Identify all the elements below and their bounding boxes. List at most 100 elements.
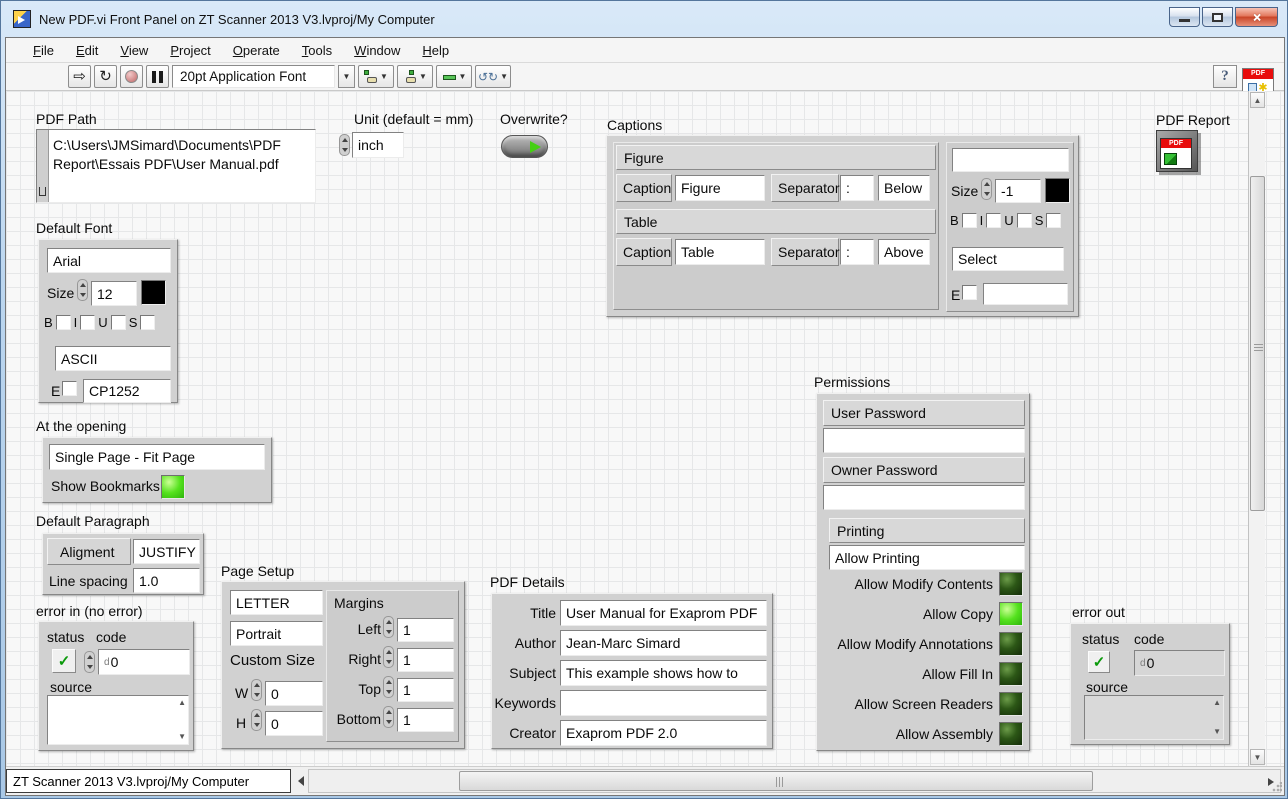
margin-right-spinner[interactable]	[383, 646, 394, 668]
font-size-input[interactable]: 12	[91, 281, 137, 306]
scroll-up-icon[interactable]: ▲	[1213, 699, 1221, 707]
figure-position-ring[interactable]: Below	[878, 175, 930, 201]
caption-font-size-spinner[interactable]	[981, 178, 992, 200]
vertical-scroll-thumb[interactable]	[1250, 176, 1265, 511]
caption-font-name-input[interactable]	[952, 148, 1069, 172]
close-button[interactable]: +	[1235, 7, 1278, 27]
width-spinner[interactable]	[251, 679, 262, 701]
horizontal-scrollbar[interactable]	[308, 769, 1281, 793]
owner-password-input[interactable]	[823, 485, 1025, 510]
caption-font-color-box[interactable]	[1045, 178, 1070, 203]
menu-edit[interactable]: Edit	[65, 43, 109, 58]
figure-caption-input[interactable]: Figure	[675, 175, 765, 201]
scroll-down-icon[interactable]: ▼	[1213, 728, 1221, 736]
keywords-input[interactable]	[560, 690, 767, 716]
margin-right-input[interactable]: 1	[397, 648, 454, 672]
execution-target-selector[interactable]: ZT Scanner 2013 V3.lvproj/My Computer	[6, 769, 291, 793]
table-caption-input[interactable]: Table	[675, 239, 765, 265]
reorder-objects-button[interactable]: ↺↻▼	[475, 65, 511, 88]
alignment-ring[interactable]: JUSTIFY	[133, 539, 200, 564]
author-input[interactable]: Jean-Marc Simard	[560, 630, 767, 656]
creator-input[interactable]: Exaprom PDF 2.0	[560, 720, 767, 746]
maximize-button[interactable]	[1202, 7, 1233, 27]
caption-font-size-input[interactable]: -1	[995, 179, 1041, 203]
font-encoding-checkbox[interactable]	[62, 381, 77, 396]
pdf-report-refnum[interactable]: PDF	[1156, 130, 1198, 172]
caption-encoding-checkbox[interactable]	[962, 285, 977, 300]
strike-checkbox[interactable]	[140, 315, 155, 330]
error-in-source-input[interactable]: ▲ ▼	[47, 695, 189, 745]
allow-assembly-led[interactable]	[999, 722, 1023, 746]
underline-checkbox[interactable]	[111, 315, 126, 330]
context-help-button[interactable]: ?	[1213, 65, 1237, 88]
font-charset-ring[interactable]: ASCII	[55, 346, 171, 371]
strike-checkbox[interactable]	[1046, 213, 1061, 228]
path-browse-strip[interactable]	[37, 130, 49, 202]
allow-modify-annotations-led[interactable]	[999, 632, 1023, 656]
pdf-path-input[interactable]: C:\Users\JMSimard\Documents\PDF Report\E…	[36, 129, 316, 203]
allow-copy-led[interactable]	[999, 602, 1023, 626]
italic-checkbox[interactable]	[80, 315, 95, 330]
allow-screen-readers-led[interactable]	[999, 692, 1023, 716]
bold-checkbox[interactable]	[56, 315, 71, 330]
horizontal-scroll-thumb[interactable]	[459, 771, 1093, 791]
paper-size-ring[interactable]: LETTER	[230, 590, 323, 615]
margin-bottom-spinner[interactable]	[383, 706, 394, 728]
error-in-status-checkbox[interactable]: ✓	[52, 649, 76, 673]
line-spacing-input[interactable]: 1.0	[133, 568, 200, 593]
scroll-up-button[interactable]: ▲	[1250, 92, 1265, 108]
orientation-ring[interactable]: Portrait	[230, 621, 323, 646]
run-continuous-button[interactable]: ↻	[94, 65, 117, 88]
vertical-scrollbar[interactable]: ▲ ▼	[1248, 91, 1265, 766]
menu-help[interactable]: Help	[411, 43, 460, 58]
printing-ring[interactable]: Allow Printing	[829, 545, 1025, 570]
margin-top-input[interactable]: 1	[397, 678, 454, 702]
margin-left-input[interactable]: 1	[397, 618, 454, 642]
titlebar[interactable]: New PDF.vi Front Panel on ZT Scanner 201…	[1, 1, 1287, 37]
resize-objects-button[interactable]: ▼	[436, 65, 472, 88]
scroll-down-icon[interactable]: ▼	[178, 733, 186, 741]
caption-charset-ring[interactable]: Select	[952, 247, 1064, 271]
width-input[interactable]: 0	[265, 681, 323, 706]
menu-window[interactable]: Window	[343, 43, 411, 58]
error-in-code-input[interactable]: d0	[98, 649, 190, 675]
window-resize-grip[interactable]	[1272, 782, 1282, 792]
unit-ring[interactable]: inch	[352, 132, 404, 158]
margin-top-spinner[interactable]	[383, 676, 394, 698]
unit-spinner[interactable]	[339, 134, 350, 156]
distribute-objects-button[interactable]: ▼	[397, 65, 433, 88]
table-separator-input[interactable]: :	[840, 239, 874, 265]
run-button[interactable]: ⇨	[68, 65, 91, 88]
scroll-left-icon[interactable]	[298, 776, 304, 786]
italic-checkbox[interactable]	[986, 213, 1001, 228]
height-spinner[interactable]	[251, 709, 262, 731]
allow-fill-in-led[interactable]	[999, 662, 1023, 686]
menu-file[interactable]: File	[22, 43, 65, 58]
align-objects-button[interactable]: ▼	[358, 65, 394, 88]
height-input[interactable]: 0	[265, 711, 323, 736]
font-encoding-input[interactable]: CP1252	[83, 379, 171, 403]
opening-view-ring[interactable]: Single Page - Fit Page	[49, 444, 265, 470]
menu-tools[interactable]: Tools	[291, 43, 343, 58]
overwrite-switch[interactable]	[501, 135, 548, 158]
caption-encoding-input[interactable]	[983, 283, 1068, 305]
pause-button[interactable]	[146, 65, 169, 88]
menu-view[interactable]: View	[109, 43, 159, 58]
allow-modify-contents-led[interactable]	[999, 572, 1023, 596]
font-selector[interactable]: 20pt Application Font	[172, 65, 335, 88]
title-input[interactable]: User Manual for Exaprom PDF	[560, 600, 767, 626]
font-size-spinner[interactable]	[77, 279, 88, 301]
show-bookmarks-led[interactable]	[161, 475, 185, 499]
scroll-down-button[interactable]: ▼	[1250, 749, 1265, 765]
scroll-up-icon[interactable]: ▲	[178, 699, 186, 707]
table-position-ring[interactable]: Above	[878, 239, 930, 265]
margin-bottom-input[interactable]: 1	[397, 708, 454, 732]
font-selector-dropdown[interactable]: ▼	[338, 65, 355, 88]
minimize-button[interactable]	[1169, 7, 1200, 27]
figure-separator-input[interactable]: :	[840, 175, 874, 201]
font-color-box[interactable]	[141, 280, 166, 305]
user-password-input[interactable]	[823, 428, 1025, 453]
margin-left-spinner[interactable]	[383, 616, 394, 638]
menu-operate[interactable]: Operate	[222, 43, 291, 58]
underline-checkbox[interactable]	[1017, 213, 1032, 228]
